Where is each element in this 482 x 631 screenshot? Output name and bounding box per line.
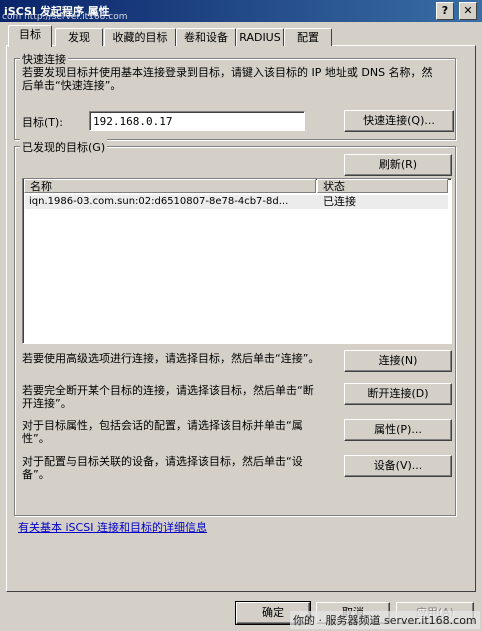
targets-list[interactable]: 名称 状态 iqn.1986-03.com.sun:02:d6510807-8e…: [22, 178, 452, 344]
connect-button[interactable]: 连接(N): [344, 350, 452, 372]
tab-configuration[interactable]: 配置: [284, 28, 332, 46]
help-button[interactable]: ?: [436, 2, 454, 20]
close-icon: ✕: [463, 4, 473, 17]
properties-button[interactable]: 属性(P)...: [344, 419, 452, 441]
column-header-name[interactable]: 名称: [24, 179, 316, 193]
table-row[interactable]: iqn.1986-03.com.sun:02:d6510807-8e78-4cb…: [25, 195, 448, 209]
discovered-targets-legend: 已发现的目标(G): [20, 139, 108, 155]
devices-description: 对于配置与目标关联的设备，请选择该目标，然后单击“设备”。: [22, 455, 303, 481]
target-status-cell: 已连接: [323, 195, 356, 208]
close-button[interactable]: ✕: [459, 2, 477, 20]
target-name-cell: iqn.1986-03.com.sun:02:d6510807-8e78-4cb…: [29, 196, 289, 207]
quick-connect-legend: 快速连接: [20, 51, 68, 67]
watermark-bottom: 你的 · 服务器频道 server.it168.com: [290, 611, 480, 629]
target-input[interactable]: [89, 111, 305, 131]
tab-favorite-targets[interactable]: 收藏的目标: [104, 28, 176, 46]
tab-volumes-devices[interactable]: 卷和设备: [176, 28, 236, 46]
quick-connect-description: 若要发现目标并使用基本连接登录到目标，请键入该目标的 IP 地址或 DNS 名称…: [22, 66, 433, 92]
quick-connect-button[interactable]: 快速连接(Q)...: [344, 110, 454, 132]
tab-discovery[interactable]: 发现: [55, 28, 103, 46]
refresh-button[interactable]: 刷新(R): [344, 154, 452, 176]
watermark-top: com http://server.it168.com: [2, 12, 128, 22]
disconnect-description: 若要完全断开某个目标的连接，请选择该目标，然后单击“断开连接”。: [22, 384, 314, 410]
tab-targets[interactable]: 目标: [8, 25, 52, 47]
column-header-status[interactable]: 状态: [317, 179, 448, 193]
iscsi-info-link[interactable]: 有关基本 iSCSI 连接和目标的详细信息: [18, 519, 207, 535]
devices-button[interactable]: 设备(V)...: [344, 455, 452, 477]
target-label: 目标(T):: [22, 116, 64, 129]
connect-description: 若要使用高级选项进行连接，请选择目标，然后单击“连接”。: [22, 352, 320, 365]
properties-description: 对于目标属性，包括会话的配置，请选择该目标并单击“属性”。: [22, 419, 303, 445]
disconnect-button[interactable]: 断开连接(D): [344, 383, 452, 405]
tab-radius[interactable]: RADIUS: [236, 28, 284, 46]
